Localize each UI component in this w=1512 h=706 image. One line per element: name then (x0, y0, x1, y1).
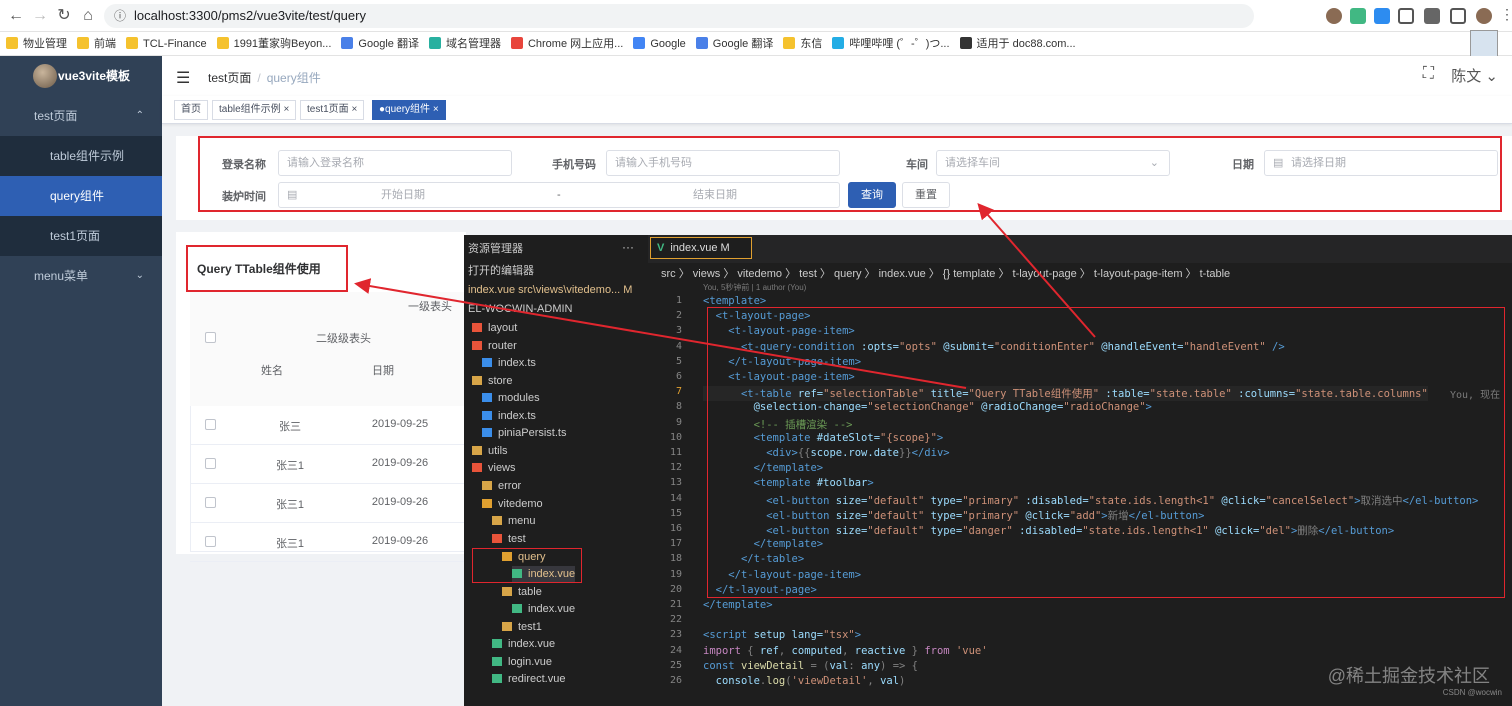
annotation-arrows (354, 202, 1096, 389)
watermark-text: @稀土掘金技术社区 (1327, 666, 1490, 686)
arrow-to-title (354, 278, 967, 389)
csdn-credit: CSDN @wocwin (1442, 688, 1502, 697)
arrow-to-query (977, 202, 1096, 338)
